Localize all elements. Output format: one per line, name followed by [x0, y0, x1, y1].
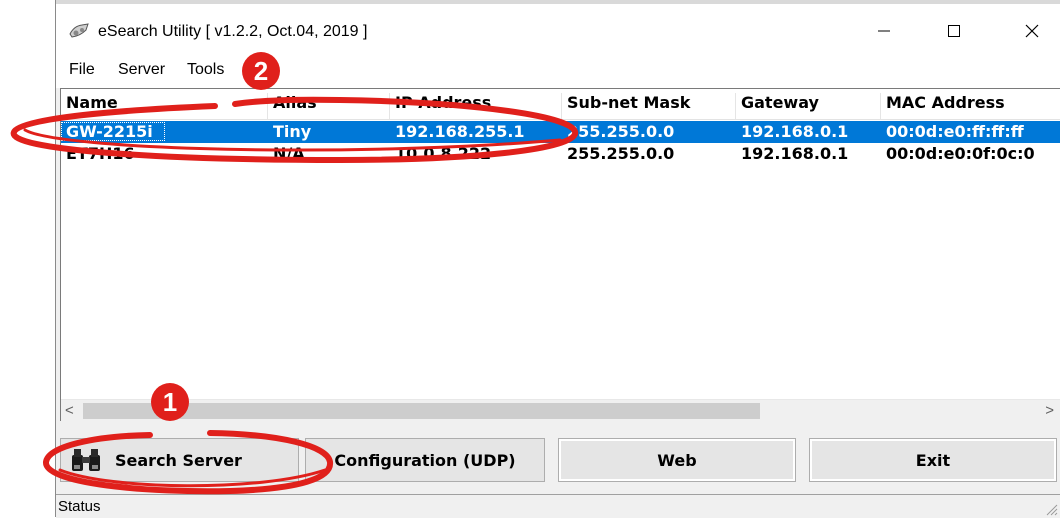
maximize-icon [948, 25, 960, 37]
menu-server[interactable]: Server [118, 61, 165, 79]
web-button[interactable]: Web [558, 438, 796, 482]
app-icon [69, 23, 89, 38]
cell-gateway: 192.168.0.1 [741, 122, 849, 141]
maximize-button[interactable] [931, 14, 977, 48]
step-1-badge: 1 [151, 383, 189, 421]
column-header-alias[interactable]: Alias [268, 93, 390, 119]
title-bar[interactable]: eSearch Utility [ v1.2.2, Oct.04, 2019 ] [56, 4, 1060, 56]
close-icon [1025, 24, 1039, 38]
column-header-gateway[interactable]: Gateway [736, 93, 881, 119]
web-label: Web [657, 450, 697, 470]
cell-mac-address: 00:0d:e0:ff:ff:ff [886, 122, 1024, 141]
cell-mac-address: 00:0d:e0:0f:0c:0 [886, 144, 1035, 163]
configuration-udp-button[interactable]: Configuration (UDP) [305, 438, 545, 482]
device-list[interactable]: Name Alias IP Address Sub-net Mask Gatew… [60, 88, 1060, 422]
step-2-badge: 2 [242, 52, 280, 90]
menu-file[interactable]: File [69, 61, 95, 79]
search-server-label: Search Server [115, 450, 242, 470]
cell-gateway: 192.168.0.1 [741, 144, 849, 163]
column-header-ip-address[interactable]: IP Address [390, 93, 562, 119]
column-header-subnet-mask[interactable]: Sub-net Mask [562, 93, 736, 119]
column-header-name[interactable]: Name [61, 93, 268, 119]
cell-name: ET7H16 [66, 144, 135, 163]
scroll-left-arrow-icon[interactable]: < [65, 402, 74, 419]
minimize-button[interactable] [861, 14, 907, 48]
table-row[interactable]: ET7H16 N/A 10.0.8.222 255.255.0.0 192.16… [61, 143, 1060, 165]
status-text: Status [58, 498, 101, 515]
table-row-selected[interactable]: GW-2215i Tiny 192.168.255.1 255.255.0.0 … [61, 121, 1060, 143]
search-server-button[interactable]: Search Server [60, 438, 299, 482]
close-button[interactable] [1009, 14, 1055, 48]
cell-alias: Tiny [273, 122, 312, 141]
column-header-mac-address[interactable]: MAC Address [881, 93, 1060, 119]
binoculars-icon [72, 449, 100, 471]
cell-alias: N/A [273, 144, 305, 163]
cell-ip-address: 192.168.255.1 [395, 122, 525, 141]
minimize-icon [878, 30, 890, 32]
cell-name: GW-2215i [61, 122, 165, 141]
cell-ip-address: 10.0.8.222 [395, 144, 492, 163]
configuration-udp-label: Configuration (UDP) [334, 450, 516, 470]
exit-button[interactable]: Exit [809, 438, 1057, 482]
horizontal-scrollbar[interactable]: < > [61, 399, 1060, 422]
cell-subnet-mask: 255.255.0.0 [567, 144, 675, 163]
window-title: eSearch Utility [ v1.2.2, Oct.04, 2019 ] [98, 23, 368, 40]
cell-subnet-mask: 255.255.0.0 [567, 122, 675, 141]
list-header: Name Alias IP Address Sub-net Mask Gatew… [61, 89, 1060, 120]
esearch-window: eSearch Utility [ v1.2.2, Oct.04, 2019 ]… [55, 0, 1060, 518]
exit-label: Exit [915, 450, 951, 470]
menu-tools[interactable]: Tools [187, 61, 224, 79]
resize-grip-icon[interactable] [1044, 502, 1058, 516]
menu-bar: File Server Tools [56, 56, 1060, 88]
status-bar: Status [56, 494, 1060, 518]
scroll-right-arrow-icon[interactable]: > [1045, 402, 1054, 419]
